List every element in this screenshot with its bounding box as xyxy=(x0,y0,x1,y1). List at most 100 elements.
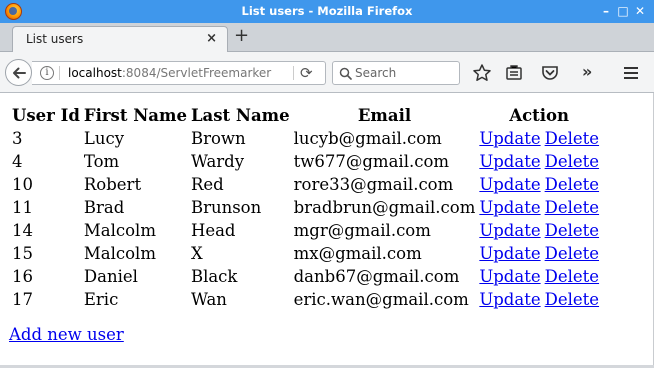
back-arrow-icon xyxy=(13,67,26,79)
delete-link[interactable]: Delete xyxy=(545,152,599,171)
email-cell: danb67@gmail.com xyxy=(293,267,460,286)
update-cell: Update xyxy=(478,219,541,242)
delete-cell: Delete xyxy=(544,173,600,196)
last-name-cell: Brown xyxy=(190,129,246,148)
email-cell: mgr@gmail.com xyxy=(293,221,431,240)
delete-cell: Delete xyxy=(544,150,600,173)
delete-cell: Delete xyxy=(544,242,600,265)
url-separator xyxy=(59,66,60,80)
back-button[interactable] xyxy=(5,59,32,86)
user-id-cell: 4 xyxy=(12,152,23,171)
header-user-id: User Id xyxy=(12,105,80,125)
delete-cell: Delete xyxy=(544,265,600,288)
url-host: localhost xyxy=(68,66,122,80)
user-id-cell: 14 xyxy=(12,221,33,240)
update-link[interactable]: Update xyxy=(479,244,540,263)
url-bar[interactable]: i localhost:8084/ServletFreemarker ⟳ xyxy=(32,61,326,85)
table-row: 11 Brad Brunson bradbrun@gmail.com Update Del… xyxy=(11,196,600,219)
table-row: 15 Malcolm Xmx@gmail.com Update Delete xyxy=(11,242,600,265)
user-id-cell: 10 xyxy=(12,175,33,194)
delete-link[interactable]: Delete xyxy=(545,129,599,148)
last-name-cell: Red xyxy=(190,175,224,194)
overflow-icon[interactable]: » xyxy=(582,63,602,83)
url-text[interactable]: localhost:8084/ServletFreemarker xyxy=(68,66,290,80)
window-title: List users - Mozilla Firefox xyxy=(241,4,413,18)
email-cell: rore33@gmail.com xyxy=(293,175,454,194)
table-row: 4 Tom Wardy tw677@gmail.com Update Delete xyxy=(11,150,600,173)
delete-link[interactable]: Delete xyxy=(545,221,599,240)
update-cell: Update xyxy=(478,173,541,196)
tab-close-icon[interactable]: × xyxy=(206,31,217,46)
first-name-cell: Lucy xyxy=(83,129,125,148)
last-name-cell: X xyxy=(190,244,203,263)
update-link[interactable]: Update xyxy=(479,290,540,309)
tab-label: List users xyxy=(26,32,84,46)
tab-list-users[interactable]: List users × xyxy=(12,26,228,52)
last-name-cell: Head xyxy=(190,221,236,240)
update-link[interactable]: Update xyxy=(479,152,540,171)
delete-cell: Delete xyxy=(544,219,600,242)
delete-link[interactable]: Delete xyxy=(545,198,599,217)
pocket-icon[interactable] xyxy=(540,63,560,83)
update-link[interactable]: Update xyxy=(479,129,540,148)
delete-link[interactable]: Delete xyxy=(545,244,599,263)
user-id-cell: 3 xyxy=(12,129,23,148)
last-name-cell: Wardy xyxy=(190,152,245,171)
first-name-cell: Daniel xyxy=(83,267,138,286)
page-content: User Id First Name Last Name Email Actio… xyxy=(0,93,654,368)
reading-list-icon[interactable] xyxy=(504,63,524,83)
url-path: :8084/ServletFreemarker xyxy=(121,66,272,80)
update-cell: Update xyxy=(478,127,541,150)
url-separator-2 xyxy=(293,66,294,80)
first-name-cell: Malcolm xyxy=(83,221,156,240)
update-cell: Update xyxy=(478,150,541,173)
search-bar[interactable] xyxy=(332,61,460,85)
user-id-cell: 11 xyxy=(12,198,33,217)
table-row: 14 Malcolm Head mgr@gmail.com Update Delete xyxy=(11,219,600,242)
last-name-cell: Brunson xyxy=(190,198,262,217)
window-titlebar: List users - Mozilla Firefox – □ ✕ xyxy=(0,0,654,23)
email-cell: tw677@gmail.com xyxy=(293,152,450,171)
first-name-cell: Brad xyxy=(83,198,125,217)
add-new-user-link[interactable]: Add new user xyxy=(9,325,124,344)
close-window-button[interactable]: ✕ xyxy=(632,3,648,19)
user-id-cell: 16 xyxy=(12,267,33,286)
new-tab-button[interactable]: + xyxy=(234,27,249,45)
delete-link[interactable]: Delete xyxy=(545,175,599,194)
info-icon[interactable]: i xyxy=(40,66,54,80)
tab-strip: List users × xyxy=(0,23,654,52)
hamburger-menu-icon[interactable] xyxy=(621,63,641,83)
update-cell: Update xyxy=(478,288,541,311)
search-input[interactable] xyxy=(355,65,455,81)
first-name-cell: Robert xyxy=(83,175,142,194)
header-action: Action xyxy=(509,105,570,125)
delete-link[interactable]: Delete xyxy=(545,290,599,309)
user-id-cell: 15 xyxy=(12,244,33,263)
navigation-toolbar: i localhost:8084/ServletFreemarker ⟳ » xyxy=(0,52,654,93)
update-link[interactable]: Update xyxy=(479,198,540,217)
update-link[interactable]: Update xyxy=(479,221,540,240)
first-name-cell: Malcolm xyxy=(83,244,156,263)
header-last-name: Last Name xyxy=(190,105,290,125)
email-cell: bradbrun@gmail.com xyxy=(293,198,476,217)
update-link[interactable]: Update xyxy=(479,175,540,194)
users-table: User Id First Name Last Name Email Actio… xyxy=(9,103,602,311)
delete-link[interactable]: Delete xyxy=(545,267,599,286)
delete-cell: Delete xyxy=(544,127,600,150)
user-id-cell: 17 xyxy=(12,290,33,309)
delete-cell: Delete xyxy=(544,288,600,311)
last-name-cell: Wan xyxy=(190,290,227,309)
email-cell: mx@gmail.com xyxy=(293,244,422,263)
update-link[interactable]: Update xyxy=(479,267,540,286)
minimize-button[interactable]: – xyxy=(598,3,614,19)
first-name-cell: Tom xyxy=(83,152,120,171)
update-cell: Update xyxy=(478,196,541,219)
delete-cell: Delete xyxy=(544,196,600,219)
maximize-button[interactable]: □ xyxy=(615,3,631,19)
email-cell: lucyb@gmail.com xyxy=(293,129,442,148)
header-first-name: First Name xyxy=(83,105,187,125)
table-row: 10 Robert Red rore33@gmail.com Update Delete xyxy=(11,173,600,196)
search-icon xyxy=(339,67,352,80)
star-icon[interactable] xyxy=(472,63,492,83)
reload-icon[interactable]: ⟳ xyxy=(300,64,313,82)
